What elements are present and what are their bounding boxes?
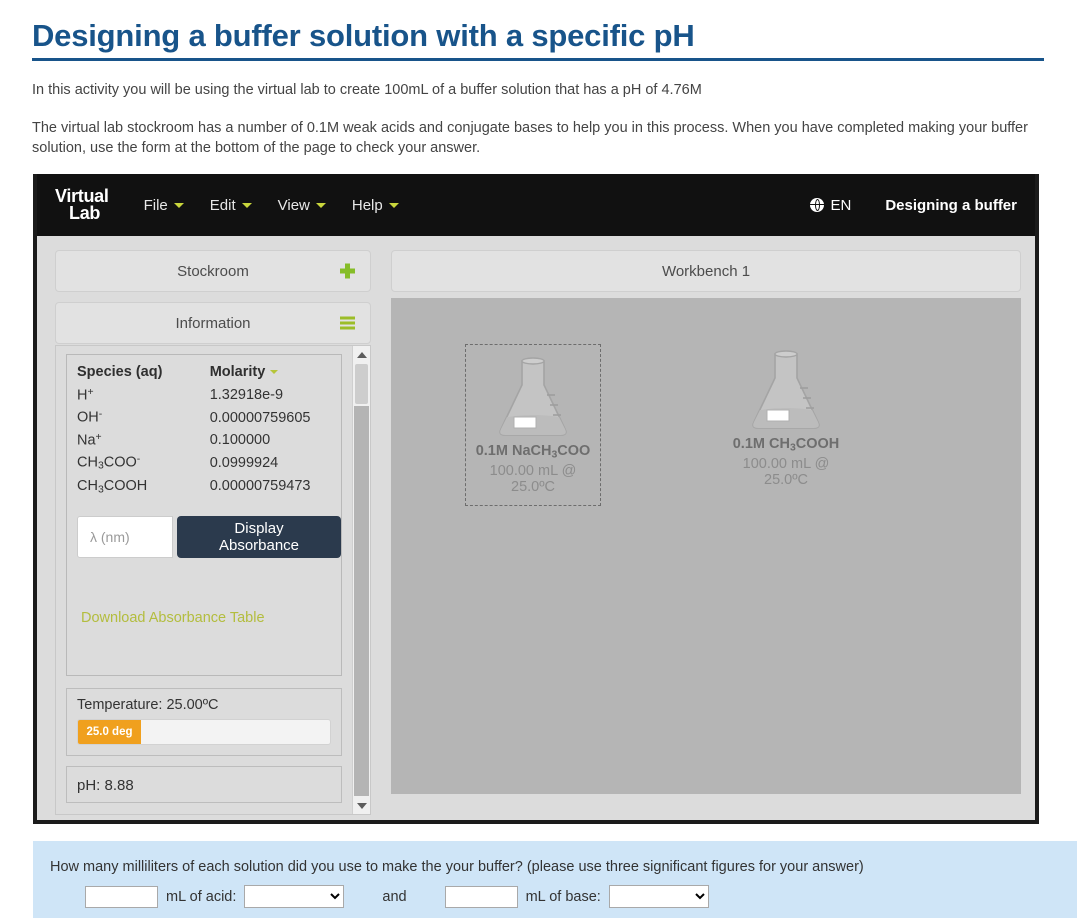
acid-select[interactable] [244,885,344,908]
sidebar: Stockroom Information [55,250,371,815]
species-table-header-row: Species (aq) Molarity [67,361,341,384]
conjunction-label: and [382,889,406,905]
workbench-item-0-name: 0.1M NaCH3COO [472,443,594,460]
molarity-cell: 1.32918e-9 [188,384,341,406]
menu-edit-label: Edit [210,197,236,214]
species-table: Species (aq) Molarity H+1.32918e-9OH-0.0… [67,361,341,498]
add-stockroom-button[interactable] [340,264,355,279]
temperature-slider[interactable]: 25.0 deg [77,719,331,745]
absorbance-controls: Display Absorbance [77,516,341,558]
brand-line-2: Lab [69,205,109,222]
table-row: OH-0.00000759605 [67,406,341,428]
species-column-header[interactable]: Species (aq) [67,361,188,384]
species-table-body: H+1.32918e-9OH-0.00000759605Na+0.100000C… [67,384,341,498]
document-title: Designing a buffer [885,197,1017,214]
table-row: Na+0.100000 [67,429,341,451]
scrollbar-track[interactable] [354,406,369,796]
intro-paragraph-1: In this activity you will be using the v… [32,80,1044,100]
menu-file[interactable]: File [131,191,197,220]
flask-icon [744,348,828,434]
workbench-panel: Workbench 1 [391,250,1021,794]
species-cell: OH- [67,406,188,428]
display-absorbance-button[interactable]: Display Absorbance [177,516,341,558]
species-card: Species (aq) Molarity H+1.32918e-9OH-0.0… [66,354,342,676]
molarity-cell: 0.00000759473 [188,475,341,498]
information-menu-button[interactable] [340,317,355,330]
menu-view-label: View [278,197,310,214]
temperature-card: Temperature: 25.00ºC 25.0 deg [66,688,342,756]
information-scroll-content: Species (aq) Molarity H+1.32918e-9OH-0.0… [56,346,352,814]
molarity-column-label: Molarity [210,364,266,380]
app-navbar: Virtual Lab File Edit View Help [37,174,1035,236]
species-cell: CH3COOH [67,475,188,498]
page-root: Designing a buffer solution with a speci… [0,0,1077,918]
species-cell: Na+ [67,429,188,451]
stockroom-label: Stockroom [177,263,249,280]
menu-help-label: Help [352,197,383,214]
acid-volume-input[interactable] [85,886,158,908]
workbench-item-1[interactable]: 0.1M CH3COOH 100.00 mL @ 25.0ºC [716,338,856,498]
title-divider [32,58,1044,61]
wavelength-input[interactable] [77,516,173,558]
information-panel-header[interactable]: Information [55,302,371,344]
flask-icon [491,355,575,441]
scroll-up-arrow-icon[interactable] [353,346,370,363]
information-scrollbar[interactable] [352,346,370,814]
intro-paragraph-2: The virtual lab stockroom has a number o… [32,118,1044,158]
scrollbar-thumb[interactable] [355,364,368,404]
question-prompt: How many milliliters of each solution di… [50,859,864,875]
language-selector[interactable]: EN [810,197,851,214]
molarity-cell: 0.100000 [188,429,341,451]
temperature-label: Temperature: 25.00ºC [77,697,331,713]
virtual-lab-app: Virtual Lab File Edit View Help [33,174,1039,824]
download-absorbance-table-link[interactable]: Download Absorbance Table [81,610,341,626]
menu-file-label: File [144,197,168,214]
molarity-cell: 0.00000759605 [188,406,341,428]
chevron-down-icon [316,203,326,208]
ph-label: pH: 8.88 [77,777,134,794]
page-title: Designing a buffer solution with a speci… [32,18,1044,54]
workbench-item-0[interactable]: 0.1M NaCH3COO 100.00 mL @ 25.0ºC [465,344,601,506]
workbench-title: Workbench 1 [662,263,750,280]
base-volume-input[interactable] [445,886,518,908]
menu-edit[interactable]: Edit [197,191,265,220]
stockroom-panel-header[interactable]: Stockroom [55,250,371,292]
workbench-item-0-meta: 100.00 mL @ 25.0ºC [472,463,594,495]
navbar-right: EN Designing a buffer [810,174,1017,236]
chevron-down-icon [389,203,399,208]
app-logo: Virtual Lab [55,188,109,222]
acid-label: mL of acid: [166,889,236,905]
menu-view[interactable]: View [265,191,339,220]
species-cell: CH3COO- [67,451,188,475]
ph-card: pH: 8.88 [66,766,342,803]
molarity-column-header[interactable]: Molarity [188,361,341,384]
table-row: CH3COOH0.00000759473 [67,475,341,498]
scroll-down-arrow-icon[interactable] [353,797,370,814]
language-label: EN [830,197,851,214]
workbench-header[interactable]: Workbench 1 [391,250,1021,292]
workbench-item-1-name: 0.1M CH3COOH [722,436,850,453]
answer-form-panel: How many milliliters of each solution di… [33,841,1077,918]
menu-help[interactable]: Help [339,191,412,220]
table-row: CH3COO-0.0999924 [67,451,341,475]
hamburger-icon [340,317,355,330]
information-label: Information [175,315,250,332]
sort-caret-down-icon[interactable] [270,370,278,374]
information-panel-body: Species (aq) Molarity H+1.32918e-9OH-0.0… [55,345,371,815]
molarity-cell: 0.0999924 [188,451,341,475]
species-table-head: Species (aq) Molarity [67,361,341,384]
base-label: mL of base: [526,889,601,905]
table-row: H+1.32918e-9 [67,384,341,406]
temperature-bar-fill: 25.0 deg [78,720,141,744]
chevron-down-icon [174,203,184,208]
app-body: Stockroom Information [37,236,1035,824]
workbench-item-1-meta: 100.00 mL @ 25.0ºC [722,456,850,488]
workbench-surface[interactable]: 0.1M NaCH3COO 100.00 mL @ 25.0ºC [391,298,1021,794]
species-cell: H+ [67,384,188,406]
base-select[interactable] [609,885,709,908]
plus-icon [340,264,355,279]
answer-inputs-row: mL of acid: and mL of base: [85,885,709,908]
chevron-down-icon [242,203,252,208]
globe-icon [810,198,824,212]
